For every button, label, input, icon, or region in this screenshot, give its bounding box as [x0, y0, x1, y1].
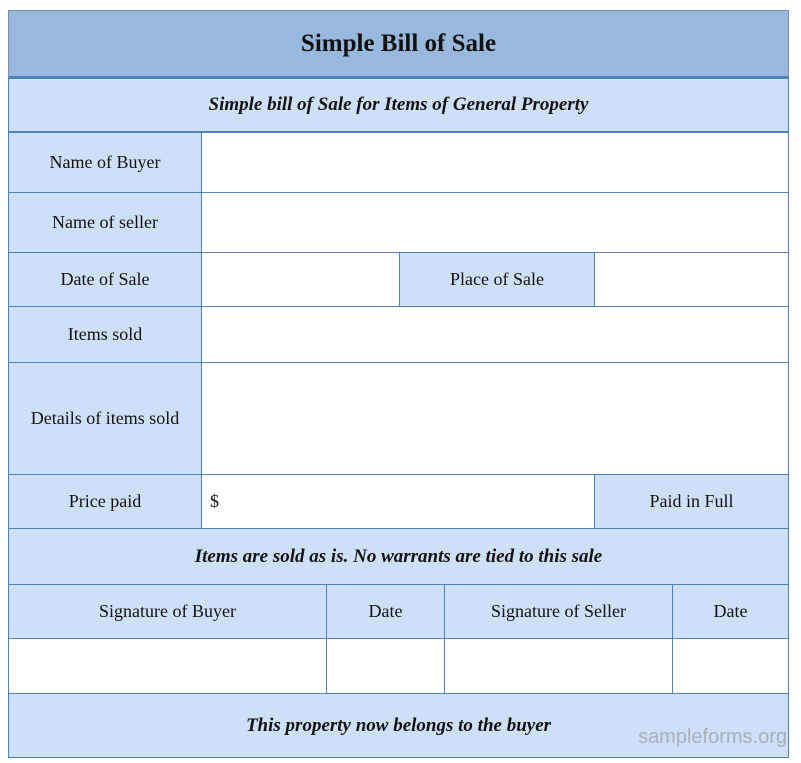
- buyer-name-label: Name of Buyer: [8, 132, 202, 193]
- buyer-signature-field[interactable]: [8, 638, 327, 694]
- buyer-signature-label: Signature of Buyer: [8, 584, 327, 639]
- price-paid-field[interactable]: $: [201, 474, 595, 529]
- watermark: sampleforms.org: [638, 726, 787, 748]
- place-of-sale-label: Place of Sale: [399, 252, 595, 307]
- form-subtitle: Simple bill of Sale for Items of General…: [8, 78, 789, 132]
- seller-name-label: Name of seller: [8, 192, 202, 253]
- currency-symbol: $: [210, 491, 219, 511]
- items-sold-field[interactable]: [201, 306, 789, 363]
- items-sold-label: Items sold: [8, 306, 202, 363]
- price-paid-label: Price paid: [8, 474, 202, 529]
- buyer-date-field[interactable]: [326, 638, 445, 694]
- seller-date-field[interactable]: [672, 638, 789, 694]
- seller-name-field[interactable]: [201, 192, 789, 253]
- seller-date-label: Date: [672, 584, 789, 639]
- place-of-sale-field[interactable]: [594, 252, 789, 307]
- buyer-name-field[interactable]: [201, 132, 789, 193]
- seller-signature-field[interactable]: [444, 638, 673, 694]
- date-of-sale-label: Date of Sale: [8, 252, 202, 307]
- paid-in-full-label: Paid in Full: [594, 474, 789, 529]
- buyer-date-label: Date: [326, 584, 445, 639]
- as-is-notice: Items are sold as is. No warrants are ti…: [8, 528, 789, 585]
- date-of-sale-field[interactable]: [201, 252, 400, 307]
- seller-signature-label: Signature of Seller: [444, 584, 673, 639]
- details-label: Details of items sold: [8, 362, 202, 475]
- details-field[interactable]: [201, 362, 789, 475]
- form-title: Simple Bill of Sale: [8, 10, 789, 78]
